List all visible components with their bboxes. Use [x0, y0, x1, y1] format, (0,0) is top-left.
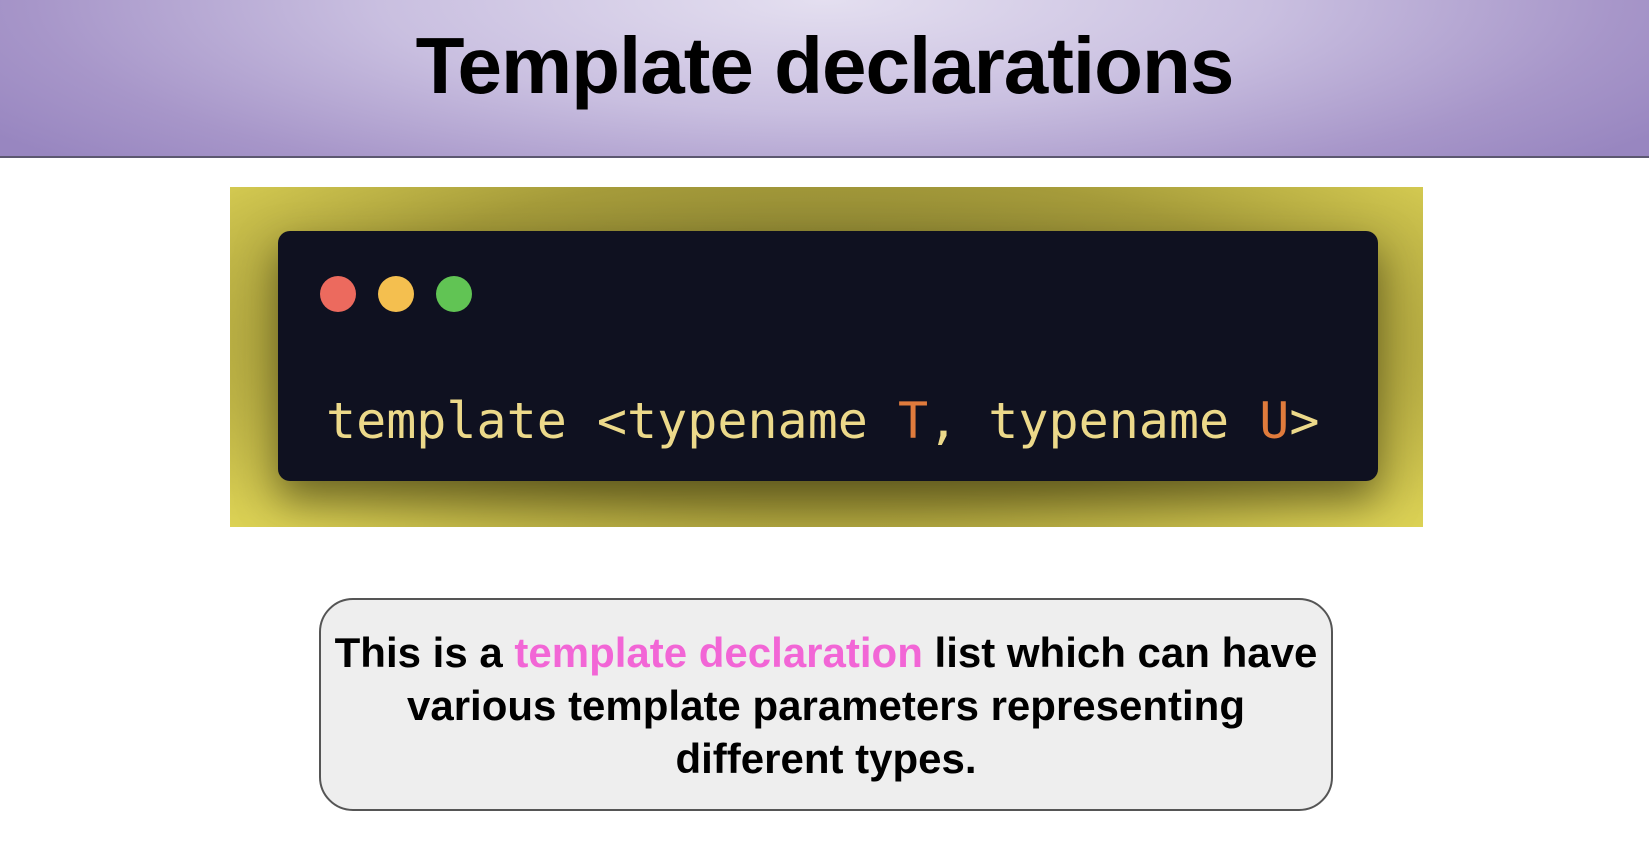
callout-highlight: template declaration: [514, 629, 923, 676]
code-image-panel: template <typename T, typename U>: [230, 187, 1423, 527]
close-dot-icon: [320, 276, 356, 312]
code-open: <typename: [566, 392, 898, 450]
code-param-t: T: [897, 392, 929, 450]
code-line: template <typename T, typename U>: [326, 391, 1319, 451]
page-title: Template declarations: [415, 21, 1235, 110]
code-keyword: template: [326, 392, 567, 450]
explanation-callout: This is a template declaration list whic…: [319, 598, 1333, 811]
code-param-u: U: [1259, 392, 1290, 450]
code-separator: , typename: [928, 392, 1260, 450]
maximize-dot-icon: [436, 276, 472, 312]
callout-text: This is a template declaration list whic…: [321, 626, 1331, 785]
callout-text-before: This is a: [334, 629, 515, 676]
code-close: >: [1289, 392, 1320, 450]
title-bar: Template declarations: [0, 0, 1649, 158]
minimize-dot-icon: [378, 276, 414, 312]
code-window: template <typename T, typename U>: [278, 231, 1378, 481]
